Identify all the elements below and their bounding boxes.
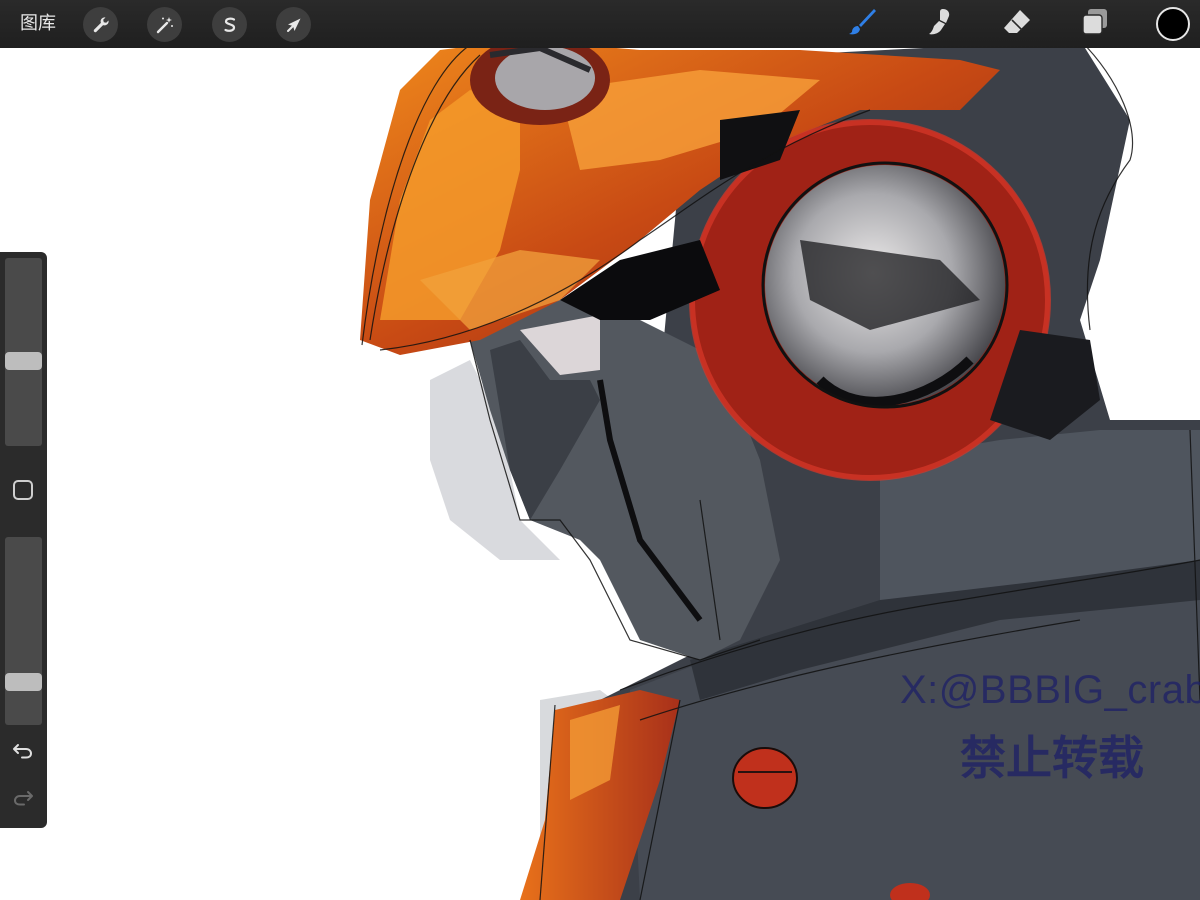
actions-button[interactable] xyxy=(83,7,118,42)
gallery-button[interactable]: 图库 xyxy=(20,0,56,48)
undo-button[interactable] xyxy=(10,742,36,764)
brush-size-slider-thumb[interactable] xyxy=(5,352,42,370)
top-toolbar: 图库 xyxy=(0,0,1200,48)
selection-button[interactable] xyxy=(212,7,247,42)
brush-icon xyxy=(846,6,878,42)
modify-button[interactable] xyxy=(13,480,33,500)
selection-s-icon xyxy=(220,15,240,35)
magic-wand-icon xyxy=(155,15,175,35)
brush-sidebar xyxy=(0,252,47,828)
watermark-handle: X:@BBBIG_crab xyxy=(900,668,1200,712)
brush-size-slider[interactable] xyxy=(5,258,42,446)
brush-opacity-slider[interactable] xyxy=(5,537,42,725)
transform-button[interactable] xyxy=(276,7,311,42)
eraser-icon xyxy=(1001,6,1033,42)
brush-tool[interactable] xyxy=(844,6,880,42)
undo-icon xyxy=(12,742,34,764)
smudge-tool[interactable] xyxy=(921,6,957,42)
cursor-arrow-icon xyxy=(284,15,304,35)
smudge-icon xyxy=(923,6,955,42)
adjustments-button[interactable] xyxy=(147,7,182,42)
redo-button[interactable] xyxy=(10,789,36,811)
watermark-no-repost-notice: 禁止转载 xyxy=(960,731,1144,785)
procreate-app: X:@BBBIG_crab 禁止转载 图库 xyxy=(0,0,1200,900)
layers-icon xyxy=(1079,6,1111,42)
layers-tool[interactable] xyxy=(1077,6,1113,42)
color-picker-swatch[interactable] xyxy=(1156,7,1190,41)
redo-icon xyxy=(12,789,34,811)
brush-opacity-slider-thumb[interactable] xyxy=(5,673,42,691)
wrench-icon xyxy=(91,15,111,35)
drawing-canvas[interactable]: X:@BBBIG_crab 禁止转载 xyxy=(0,0,1200,900)
eraser-tool[interactable] xyxy=(999,6,1035,42)
